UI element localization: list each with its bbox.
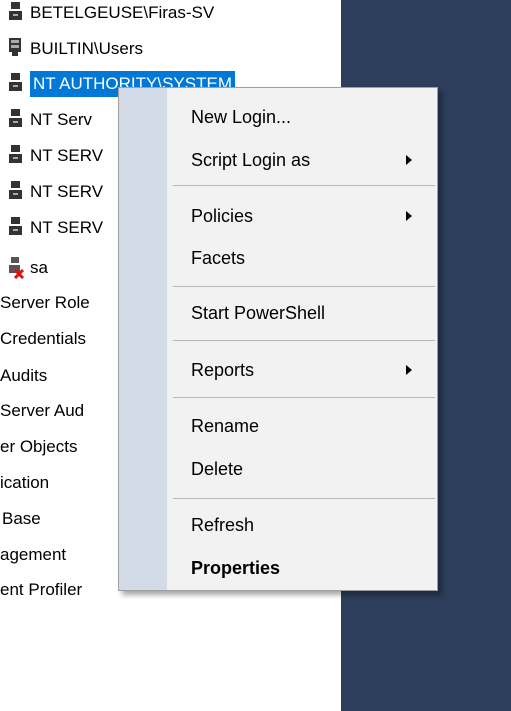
menu-item-facets[interactable]: Facets	[119, 238, 437, 278]
tree-item-label: Audits	[0, 366, 48, 385]
tree-item-replication[interactable]: ication	[0, 470, 49, 496]
tree-item-server-audit-specs[interactable]: Server Aud	[0, 398, 84, 424]
tree-item-xevent-profiler[interactable]: ent Profiler	[0, 577, 82, 603]
menu-item-delete[interactable]: Delete	[119, 449, 437, 489]
menu-item-rename[interactable]: Rename	[119, 406, 437, 446]
tree-item-login-nt-serv-4[interactable]: NT SERV	[8, 215, 103, 241]
menu-item-label: Delete	[191, 459, 244, 479]
tree-item-server-objects[interactable]: er Objects	[0, 434, 77, 460]
login-user-icon	[8, 0, 30, 26]
context-menu: New Login... Script Login as Policies Fa…	[118, 87, 438, 591]
menu-item-label: Policies	[191, 206, 254, 226]
login-disabled-icon	[8, 255, 30, 281]
login-group-icon	[8, 36, 30, 62]
tree-item-label: NT SERV	[30, 182, 104, 201]
menu-item-label: Facets	[191, 248, 246, 268]
submenu-arrow-icon	[406, 155, 412, 165]
login-user-icon	[8, 215, 30, 241]
menu-item-label: Reports	[191, 360, 255, 380]
tree-item-label: sa	[30, 258, 48, 277]
tree-item-polybase[interactable]: Base	[2, 506, 41, 532]
menu-item-refresh[interactable]: Refresh	[119, 505, 437, 545]
login-user-icon	[8, 143, 30, 169]
menu-separator	[173, 397, 435, 398]
tree-item-audits[interactable]: Audits	[0, 363, 47, 389]
tree-item-login-nt-serv-3[interactable]: NT SERV	[8, 179, 103, 205]
menu-item-start-powershell[interactable]: Start PowerShell	[119, 293, 437, 333]
tree-item-login-firas[interactable]: BETELGEUSE\Firas-SV	[8, 0, 214, 26]
tree-item-login-nt-serv-1[interactable]: NT Serv	[8, 107, 92, 133]
tree-item-label: er Objects	[0, 437, 78, 456]
tree-item-label: BUILTIN\Users	[30, 39, 144, 58]
tree-item-label: NT SERV	[30, 218, 104, 237]
menu-item-reports[interactable]: Reports	[119, 350, 437, 390]
tree-item-server-roles[interactable]: Server Role	[0, 290, 90, 316]
submenu-arrow-icon	[406, 365, 412, 375]
menu-separator	[173, 340, 435, 341]
menu-item-label: Script Login as	[191, 150, 311, 170]
tree-item-login-sa[interactable]: sa	[8, 255, 48, 281]
menu-separator	[173, 286, 435, 287]
tree-item-login-nt-serv-2[interactable]: NT SERV	[8, 143, 103, 169]
tree-item-label: NT Serv	[30, 110, 93, 129]
menu-item-label: New Login...	[191, 107, 292, 127]
menu-item-properties[interactable]: Properties	[119, 548, 437, 588]
menu-separator	[173, 185, 435, 186]
tree-item-login-builtin-users[interactable]: BUILTIN\Users	[8, 36, 143, 62]
tree-item-label: Server Aud	[0, 401, 85, 420]
tree-item-label: Base	[2, 509, 41, 528]
tree-item-label: ication	[0, 473, 50, 492]
login-user-icon	[8, 71, 30, 97]
menu-item-label: Properties	[191, 558, 281, 578]
menu-item-new-login[interactable]: New Login...	[119, 97, 437, 137]
tree-item-label: BETELGEUSE\Firas-SV	[30, 3, 215, 22]
tree-item-label: NT SERV	[30, 146, 104, 165]
tree-item-label: Credentials	[0, 329, 86, 348]
tree-item-label: Server Role	[0, 293, 90, 312]
menu-item-label: Rename	[191, 416, 260, 436]
tree-item-label: ent Profiler	[0, 580, 83, 599]
tree-item-credentials[interactable]: Credentials	[0, 326, 86, 352]
login-user-icon	[8, 107, 30, 133]
menu-item-label: Refresh	[191, 515, 255, 535]
menu-separator	[173, 498, 435, 499]
tree-item-label: agement	[0, 545, 67, 564]
menu-item-policies[interactable]: Policies	[119, 196, 437, 236]
menu-item-script-login-as[interactable]: Script Login as	[119, 140, 437, 180]
login-user-icon	[8, 179, 30, 205]
menu-item-label: Start PowerShell	[191, 303, 326, 323]
tree-item-management[interactable]: agement	[0, 542, 66, 568]
submenu-arrow-icon	[406, 211, 412, 221]
